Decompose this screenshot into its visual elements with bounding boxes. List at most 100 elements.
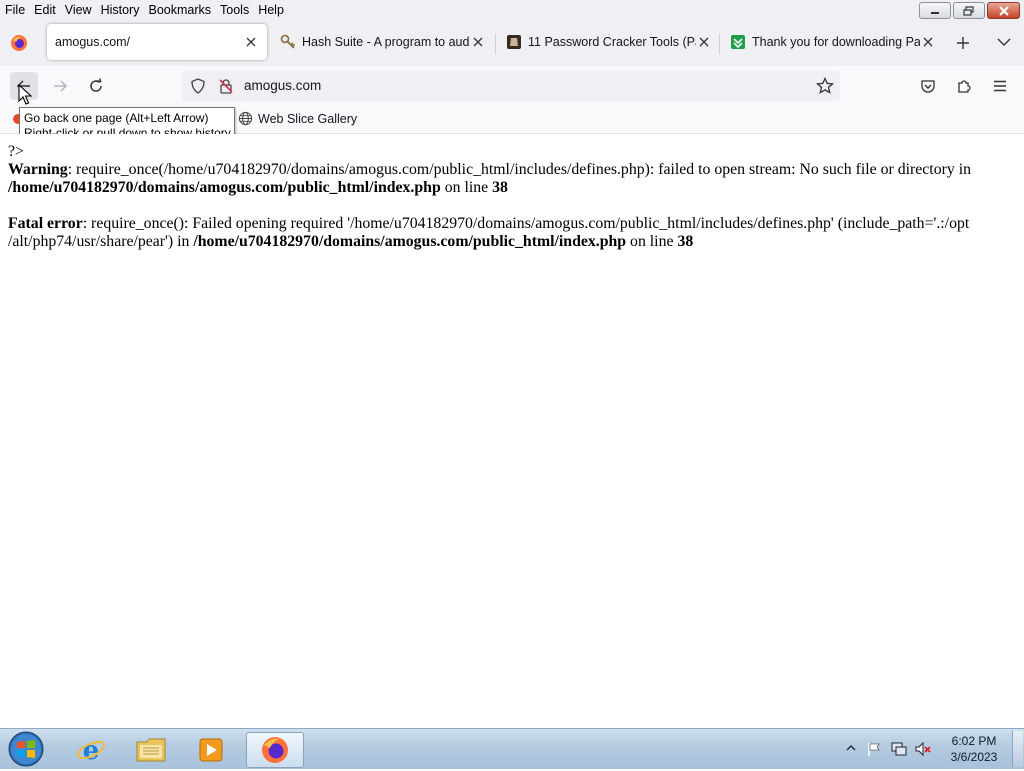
hamburger-menu-icon [994,80,1006,92]
restore-button[interactable] [953,2,985,19]
menu-file[interactable]: File [0,0,29,20]
folder-icon [136,738,166,762]
php-fatal-error-message: Fatal error: require_once(): Failed open… [8,215,1008,251]
clock-time: 6:02 PM [951,734,997,748]
taskbar-firefox[interactable] [246,732,304,768]
tab-close-button[interactable] [243,34,259,50]
action-center-button[interactable] [866,741,882,760]
tab-separator [719,34,720,54]
menu-edit[interactable]: Edit [29,0,60,20]
tab-password-cracker[interactable]: 11 Password Cracker Tools (Pas [504,24,716,60]
bookmark-web-slice-gallery[interactable]: Web Slice Gallery [238,111,357,126]
volume-button[interactable] [914,741,932,760]
menu-bar: File Edit View History Bookmarks Tools H… [0,0,1024,20]
fatal-error-text-2: /alt/php74/usr/share/pear') in [8,233,194,250]
taskbar: e 6:02 PM 3/6/2023 [0,728,1024,769]
network-button[interactable] [890,741,908,760]
chevron-up-icon [846,745,856,751]
tab-close-button[interactable] [696,34,712,50]
restore-icon [963,5,974,16]
tab-thank-you[interactable]: Thank you for downloading Pas [728,24,940,60]
tab-title: Thank you for downloading Pas [752,35,920,49]
fatal-error-file-path: /home/u704182970/domains/amogus.com/publ… [193,233,627,250]
site-info-button[interactable] [218,78,234,97]
forward-button[interactable] [46,72,74,100]
firefox-view-button[interactable] [10,34,28,55]
flag-icon [868,743,880,756]
new-tab-button[interactable] [955,35,971,54]
bookmark-star-button[interactable] [815,76,835,98]
show-hidden-icons-button[interactable] [846,741,856,758]
fatal-error-text: : require_once(): Failed opening require… [82,215,970,232]
warning-line-number: 38 [492,179,508,196]
app-menu-button[interactable] [986,72,1014,100]
url-text[interactable]: amogus.com [244,78,321,93]
page-content: ?> Warning: require_once(/home/u70418297… [0,134,1024,728]
close-icon [998,5,1009,16]
windows-start-icon [8,731,44,767]
reload-button[interactable] [82,72,110,100]
download-site-icon [731,35,745,49]
pocket-button[interactable] [914,72,942,100]
warning-file-path: /home/u704182970/domains/amogus.com/publ… [8,179,441,196]
close-window-button[interactable] [987,2,1020,19]
plus-icon [957,37,969,49]
media-player-icon [199,738,223,762]
menu-history[interactable]: History [96,0,144,20]
php-warning-message: Warning: require_once(/home/u704182970/d… [8,161,1008,197]
network-icon [891,742,907,756]
star-icon [815,76,835,94]
insecure-lock-icon [219,79,233,94]
close-icon [473,37,483,47]
taskbar-clock[interactable]: 6:02 PM 3/6/2023 [944,733,1004,765]
fatal-error-line-number: 38 [677,233,694,250]
tooltip-line-1: Go back one page (Alt+Left Arrow) [24,111,209,125]
list-all-tabs-button[interactable] [996,36,1012,51]
tracking-protection-button[interactable] [190,78,206,97]
chevron-down-icon [997,38,1011,46]
menu-tools[interactable]: Tools [215,0,253,20]
arrow-right-icon [54,80,68,92]
svg-text:e: e [83,736,100,765]
menu-help[interactable]: Help [253,0,288,20]
tab-title: amogus.com/ [55,35,131,49]
warning-on-line: on line [440,179,493,196]
site-favicon-icon [507,35,521,49]
close-icon [923,37,933,47]
show-desktop-button[interactable] [1012,731,1023,767]
close-icon [246,37,256,47]
tab-title: 11 Password Cracker Tools (Pas [528,35,696,49]
tab-title: Hash Suite - A program to audit [302,35,470,49]
puzzle-icon [958,80,971,93]
tab-separator [495,34,496,54]
firefox-icon [262,737,288,763]
tab-close-button[interactable] [470,34,486,50]
clock-date: 3/6/2023 [950,750,998,764]
php-closing-tag: ?> [8,143,24,160]
menu-bookmarks[interactable]: Bookmarks [143,0,215,20]
tab-close-button[interactable] [920,34,936,50]
pocket-icon [921,80,935,93]
taskbar-internet-explorer[interactable]: e [62,732,120,768]
bookmark-label: Web Slice Gallery [258,111,358,126]
minimize-button[interactable] [919,2,951,19]
menu-view[interactable]: View [60,0,96,20]
start-button[interactable] [6,730,46,771]
warning-label: Warning [8,161,68,178]
warning-text: : require_once(/home/u704182970/domains/… [67,161,971,178]
tab-amogus[interactable]: amogus.com/ [47,24,267,60]
tab-strip: amogus.com/ Hash Suite - A program to au… [0,20,1024,66]
mouse-cursor-icon [18,84,32,105]
taskbar-media-player[interactable] [182,732,240,768]
navigation-toolbar: amogus.com [0,66,1024,106]
taskbar-file-explorer[interactable] [122,732,180,768]
close-icon [699,37,709,47]
address-bar[interactable]: amogus.com [182,71,840,101]
reload-icon [90,78,102,92]
minimize-icon [931,11,939,14]
fatal-error-on-line: on line [626,233,678,250]
extensions-button[interactable] [950,72,978,100]
fatal-error-label: Fatal error [8,215,83,232]
tab-hash-suite[interactable]: Hash Suite - A program to audit [278,24,492,60]
hash-suite-icon [280,34,296,49]
